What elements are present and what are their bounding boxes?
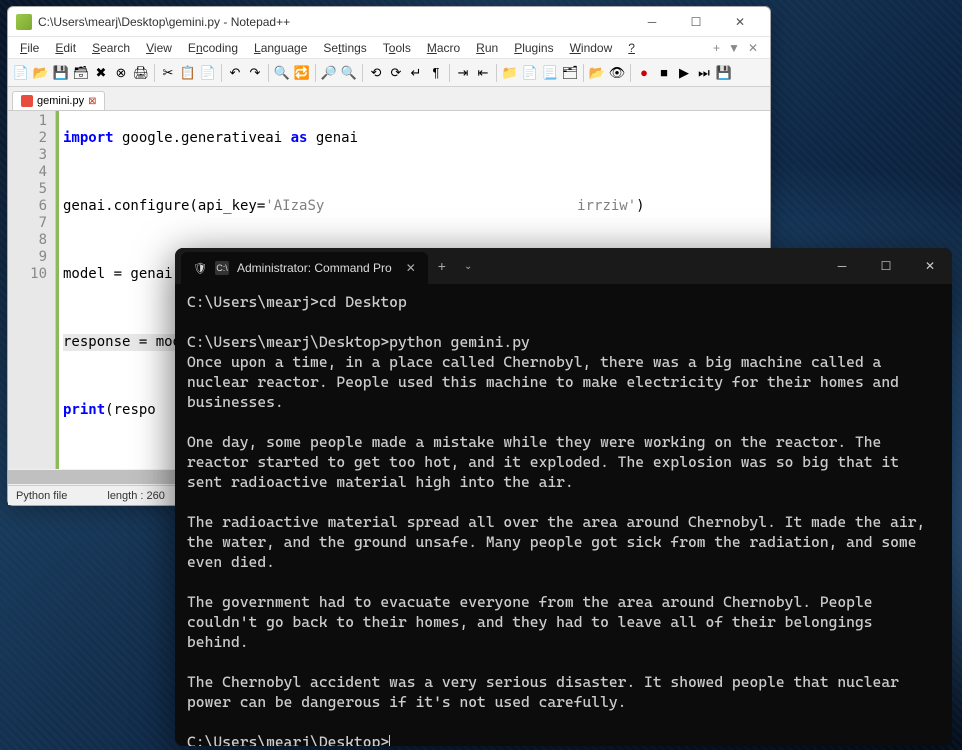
menu-plugins[interactable]: Plugins [506,38,561,58]
close-file-icon[interactable]: ✖ [92,64,110,82]
toolbar-x-icon[interactable]: ✕ [748,41,758,55]
terminal-titlebar[interactable]: 🛡 C:\ Administrator: Command Pro ✕ + ⌄ ─… [175,248,952,284]
playmulti-icon[interactable]: ⏭ [695,64,713,82]
zoom-in-icon[interactable]: 🔎 [320,64,338,82]
npp-toolbar: 📄 📂 💾 🗃 ✖ ⊗ 🖨 ✂ 📋 📄 ↶ ↷ 🔍 🔁 🔎 🔍 ⟲ ⟳ ↵ ¶ … [8,59,770,87]
menu-tools[interactable]: Tools [375,38,419,58]
redo-icon[interactable]: ↷ [246,64,264,82]
terminal-tab-title: Administrator: Command Pro [237,261,392,275]
folder-open-icon[interactable]: 📂 [588,64,606,82]
file-tab-close-icon[interactable]: ⊠ [88,96,96,107]
npp-tabbar: gemini.py ⊠ [8,87,770,111]
menu-edit[interactable]: Edit [47,38,84,58]
npp-menubar: File Edit Search View Encoding Language … [8,37,770,59]
sync-v-icon[interactable]: ⟲ [367,64,385,82]
terminal-tab-close-icon[interactable]: ✕ [406,261,416,275]
notepadpp-icon [16,14,32,30]
term-close-button[interactable]: ✕ [908,248,952,284]
menu-help[interactable]: ? [620,38,643,58]
replace-icon[interactable]: 🔁 [293,64,311,82]
menu-window[interactable]: Window [562,38,621,58]
toolbar-down-icon[interactable]: ▼ [728,41,740,55]
undo-icon[interactable]: ↶ [226,64,244,82]
outdent-icon[interactable]: ⇤ [474,64,492,82]
menu-macro[interactable]: Macro [419,38,468,58]
menu-encoding[interactable]: Encoding [180,38,246,58]
close-button[interactable]: ✕ [718,8,762,36]
paste-icon[interactable]: 📄 [199,64,217,82]
scrollbar-thumb[interactable] [8,470,199,484]
file-tab[interactable]: gemini.py ⊠ [12,91,105,110]
status-lang: Python file [16,490,67,502]
open-file-icon[interactable]: 📂 [32,64,50,82]
menu-file[interactable]: File [12,38,47,58]
menu-search[interactable]: Search [84,38,138,58]
func-icon[interactable]: 🗂 [561,64,579,82]
monitor-icon[interactable]: 👁 [608,64,626,82]
close-all-icon[interactable]: ⊗ [112,64,130,82]
folder-icon[interactable]: 📁 [501,64,519,82]
maximize-button[interactable]: ☐ [674,8,718,36]
wrap-icon[interactable]: ↵ [407,64,425,82]
menu-language[interactable]: Language [246,38,315,58]
menu-view[interactable]: View [138,38,180,58]
file-tab-label: gemini.py [37,95,84,107]
cmd-icon: C:\ [215,261,229,275]
tab-dropdown-icon[interactable]: ⌄ [456,261,480,272]
minimize-button[interactable]: ─ [630,8,674,36]
terminal-tab[interactable]: 🛡 C:\ Administrator: Command Pro ✕ [181,252,428,284]
admin-shield-icon: 🛡 [193,261,207,275]
new-file-icon[interactable]: 📄 [12,64,30,82]
toolbar-plus-icon[interactable]: + [713,41,720,55]
find-icon[interactable]: 🔍 [273,64,291,82]
term-maximize-button[interactable]: ☐ [864,248,908,284]
cut-icon[interactable]: ✂ [159,64,177,82]
play-icon[interactable]: ▶ [675,64,693,82]
print-icon[interactable]: 🖨 [132,64,150,82]
terminal-output[interactable]: C:\Users\mearj>cd Desktop C:\Users\mearj… [175,284,952,746]
doc-icon[interactable]: 📄 [521,64,539,82]
file-tab-icon [21,95,33,107]
new-tab-button[interactable]: + [428,258,456,274]
save-macro-icon[interactable]: 💾 [715,64,733,82]
indent-icon[interactable]: ⇥ [454,64,472,82]
save-icon[interactable]: 💾 [52,64,70,82]
stop-icon[interactable]: ■ [655,64,673,82]
menu-run[interactable]: Run [468,38,506,58]
npp-title: C:\Users\mearj\Desktop\gemini.py - Notep… [38,15,630,29]
line-number-gutter: 12345678910 [8,111,56,471]
doc2-icon[interactable]: 📃 [541,64,559,82]
terminal-window: 🛡 C:\ Administrator: Command Pro ✕ + ⌄ ─… [175,248,952,746]
zoom-out-icon[interactable]: 🔍 [340,64,358,82]
npp-titlebar[interactable]: C:\Users\mearj\Desktop\gemini.py - Notep… [8,7,770,37]
record-icon[interactable]: ● [635,64,653,82]
status-length: length : 260 [107,490,165,502]
sync-h-icon[interactable]: ⟳ [387,64,405,82]
copy-icon[interactable]: 📋 [179,64,197,82]
menu-settings[interactable]: Settings [315,38,374,58]
save-all-icon[interactable]: 🗃 [72,64,90,82]
terminal-cursor [389,735,390,746]
term-minimize-button[interactable]: ─ [820,248,864,284]
all-chars-icon[interactable]: ¶ [427,64,445,82]
